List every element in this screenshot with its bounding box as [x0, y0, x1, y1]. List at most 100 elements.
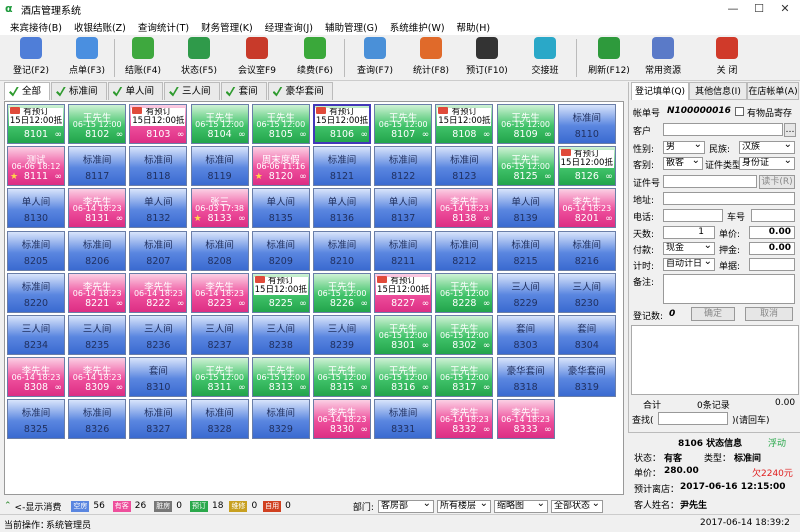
- room-tile-8106[interactable]: 有预订 15日12:00抵 ∞ 8106: [313, 104, 371, 144]
- id-no-input[interactable]: [663, 175, 757, 188]
- room-tile-8133[interactable]: 张三 06-03 17:38 ★ ∞ 8133: [190, 188, 249, 229]
- room-tile-8211[interactable]: 标准间 8211: [374, 230, 433, 271]
- room-tile-8313[interactable]: 王先生 06-15 12:00 ∞ 8313: [251, 357, 310, 398]
- read-card-button[interactable]: 读卡(R): [759, 175, 795, 189]
- room-tile-8110[interactable]: 标准间 8110: [557, 104, 616, 144]
- room-tile-8239[interactable]: 三人间 8239: [313, 315, 371, 355]
- room-tile-8301[interactable]: 王先生 06-15 12:00 ∞ 8301: [374, 315, 433, 355]
- room-tile-8315[interactable]: 王先生 06-15 12:00 ∞ 8315: [313, 357, 371, 398]
- room-tile-8105[interactable]: 王先生 06-15 12:00 ∞ 8105: [251, 104, 310, 144]
- room-tile-8117[interactable]: 标准间 8117: [68, 146, 127, 187]
- payment-select[interactable]: 现金: [663, 242, 715, 255]
- customer-type-select[interactable]: 散客: [663, 157, 703, 170]
- room-tile-8222[interactable]: 李先生 06-14 18:23 ∞ 8222: [129, 272, 188, 313]
- room-tile-8223[interactable]: 李先生 06-14 18:23 ∞ 8223: [190, 272, 249, 313]
- menu-reception[interactable]: 来宾接待(B): [4, 20, 68, 34]
- room-tile-8123[interactable]: 标准间 8123: [435, 146, 494, 187]
- query-button[interactable]: 查询(F7): [348, 37, 402, 79]
- room-tile-8126[interactable]: 有预订 15日12:00抵 ∞ 8126: [557, 146, 616, 187]
- room-tile-8120[interactable]: 周末度假 06-06 11:16 ★ ∞ 8120: [251, 146, 310, 187]
- room-tile-8329[interactable]: 标准间 8329: [251, 399, 310, 440]
- room-tile-8215[interactable]: 标准间 8215: [496, 230, 555, 271]
- remark-input[interactable]: [663, 274, 795, 304]
- room-tile-8227[interactable]: 有预订 15日12:00抵 ∞ 8227: [374, 272, 433, 313]
- tab-single[interactable]: 单人间: [107, 82, 164, 100]
- customer-input[interactable]: [663, 123, 783, 136]
- checkout-button[interactable]: 结账(F4): [116, 37, 170, 79]
- status-button[interactable]: 状态(F5): [172, 37, 226, 79]
- minimize-button[interactable]: —: [720, 0, 746, 18]
- room-tile-8328[interactable]: 标准间 8328: [190, 399, 249, 440]
- gender-select[interactable]: 男: [663, 141, 705, 154]
- resources-button[interactable]: 常用资源: [636, 37, 690, 79]
- room-tile-8309[interactable]: 李先生 06-14 18:23 ∞ 8309: [68, 357, 127, 398]
- close-app-button[interactable]: 关 闭: [700, 37, 754, 79]
- register-button[interactable]: 登记(F2): [4, 37, 58, 79]
- maximize-button[interactable]: ☐: [746, 0, 772, 18]
- tab-register-form[interactable]: 登记填单(Q): [631, 82, 689, 100]
- room-tile-8327[interactable]: 标准间 8327: [129, 399, 188, 440]
- room-tile-8216[interactable]: 标准间 8216: [557, 230, 616, 271]
- tab-deluxe-suite[interactable]: 豪华套间: [267, 82, 333, 100]
- room-tile-8119[interactable]: 标准间 8119: [190, 146, 249, 187]
- room-tile-8234[interactable]: 三人间 8234: [7, 315, 65, 355]
- room-tile-8326[interactable]: 标准间 8326: [68, 399, 127, 440]
- state-select[interactable]: 全部状态: [550, 499, 603, 513]
- room-tile-8304[interactable]: 套间 8304: [557, 315, 616, 355]
- room-tile-8317[interactable]: 王先生 06-15 12:00 ∞ 8317: [435, 357, 494, 398]
- dept-select[interactable]: 客房部: [377, 499, 434, 513]
- room-tile-8221[interactable]: 李先生 06-14 18:23 ∞ 8221: [68, 272, 127, 313]
- room-tile-8121[interactable]: 标准间 8121: [313, 146, 371, 187]
- room-tile-8108[interactable]: 有预订 15日12:00抵 ∞ 8108: [435, 104, 494, 144]
- menu-cashier[interactable]: 收银结账(Z): [68, 20, 132, 34]
- room-tile-8311[interactable]: 王先生 06-15 12:00 ∞ 8311: [190, 357, 249, 398]
- room-tile-8236[interactable]: 三人间 8236: [129, 315, 188, 355]
- room-tile-8302[interactable]: 王先生 06-15 12:00 ∞ 8302: [435, 315, 494, 355]
- room-tile-8333[interactable]: 李先生 06-14 18:23 ∞ 8333: [496, 399, 555, 440]
- room-tile-8229[interactable]: 三人间 8229: [496, 272, 555, 313]
- confirm-button[interactable]: 确定: [691, 307, 735, 321]
- menu-query-stats[interactable]: 查询统计(T): [132, 20, 195, 34]
- room-tile-8118[interactable]: 标准间 8118: [129, 146, 188, 187]
- room-tile-8235[interactable]: 三人间 8235: [68, 315, 127, 355]
- room-tile-8122[interactable]: 标准间 8122: [374, 146, 433, 187]
- room-tile-8318[interactable]: 豪华套间 8318: [496, 357, 555, 398]
- find-input[interactable]: [658, 412, 728, 425]
- room-tile-8130[interactable]: 单人间 8130: [7, 188, 65, 229]
- room-tile-8225[interactable]: 有预订 15日12:00抵 ∞ 8225: [251, 272, 310, 313]
- refresh-button[interactable]: 刷新(F12): [582, 37, 636, 79]
- room-tile-8111[interactable]: 测试 06-06 18:12 ★ ∞ 8111: [7, 146, 65, 187]
- customer-lookup-button[interactable]: …: [784, 123, 796, 137]
- room-tile-8331[interactable]: 标准间 8331: [374, 399, 433, 440]
- room-tile-8102[interactable]: 王先生 06-15 12:00 ∞ 8102: [68, 104, 127, 144]
- show-consume-button[interactable]: <-显示消费: [15, 500, 62, 513]
- room-tile-8316[interactable]: 王先生 06-15 12:00 ∞ 8316: [374, 357, 433, 398]
- room-tile-8207[interactable]: 标准间 8207: [129, 230, 188, 271]
- tab-in-house-bill[interactable]: 在店帐单(A): [747, 82, 799, 100]
- room-tile-8104[interactable]: 王先生 06-15 12:00 ∞ 8104: [190, 104, 249, 144]
- address-input[interactable]: [663, 192, 795, 205]
- room-tile-8330[interactable]: 李先生 06-14 18:23 ∞ 8330: [313, 399, 371, 440]
- stats-button[interactable]: 统计(F8): [404, 37, 458, 79]
- room-tile-8310[interactable]: 套间 8310: [129, 357, 188, 398]
- price-input[interactable]: 0.00: [749, 226, 795, 239]
- cancel-button[interactable]: 取消: [745, 307, 793, 321]
- room-tile-8107[interactable]: 王先生 06-15 12:00 ∞ 8107: [374, 104, 433, 144]
- tab-triple[interactable]: 三人间: [164, 82, 220, 100]
- room-tile-8138[interactable]: 李先生 06-14 18:23 ∞ 8138: [435, 188, 494, 229]
- handover-button[interactable]: 交接班: [518, 37, 572, 79]
- close-window-button[interactable]: ✕: [772, 0, 798, 18]
- tab-suite[interactable]: 套间: [220, 82, 267, 100]
- room-tile-8109[interactable]: 王先生 06-15 12:00 ∞ 8109: [496, 104, 555, 144]
- tab-standard[interactable]: 标准间: [51, 82, 107, 100]
- room-tile-8228[interactable]: 王先生 06-15 12:00 ∞ 8228: [435, 272, 494, 313]
- voucher-input[interactable]: [749, 258, 795, 271]
- room-tile-8303[interactable]: 套间 8303: [496, 315, 555, 355]
- room-tile-8131[interactable]: 李先生 06-14 18:23 ∞ 8131: [68, 188, 127, 229]
- room-tile-8125[interactable]: 王先生 06-15 12:00 ∞ 8125: [496, 146, 555, 187]
- meeting-room-button[interactable]: 会议室F9: [230, 37, 284, 79]
- id-type-select[interactable]: 身份证: [739, 157, 795, 170]
- room-tile-8139[interactable]: 单人间 8139: [496, 188, 555, 229]
- room-tile-8132[interactable]: 单人间 8132: [129, 188, 188, 229]
- room-tile-8220[interactable]: 标准间 8220: [7, 272, 65, 313]
